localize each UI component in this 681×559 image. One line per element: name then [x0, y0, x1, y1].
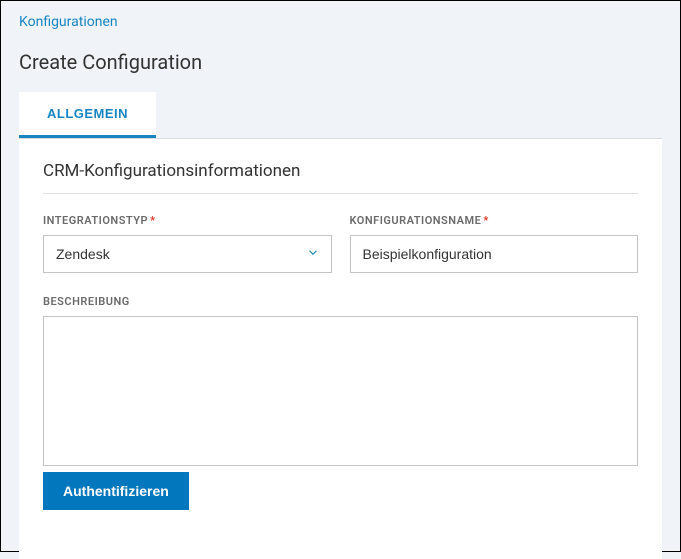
textarea-description[interactable]	[43, 316, 638, 466]
field-description: BESCHREIBUNG	[43, 295, 638, 466]
label-integration-type: INTEGRATIONSTYP*	[43, 214, 332, 227]
panel-general: CRM-Konfigurationsinformationen INTEGRAT…	[19, 139, 662, 559]
authenticate-button[interactable]: Authentifizieren	[43, 472, 189, 510]
page-title: Create Configuration	[19, 50, 662, 74]
tab-general[interactable]: ALLGEMEIN	[19, 92, 156, 138]
required-marker: *	[483, 214, 488, 227]
label-config-name: KONFIGURATIONSNAME*	[350, 214, 639, 227]
breadcrumb: Konfigurationen	[19, 9, 662, 32]
tabs: ALLGEMEIN	[19, 92, 662, 139]
select-integration-type[interactable]	[43, 235, 332, 273]
breadcrumb-link-configurations[interactable]: Konfigurationen	[19, 14, 118, 30]
section-title: CRM-Konfigurationsinformationen	[43, 161, 638, 194]
field-integration-type: INTEGRATIONSTYP*	[43, 214, 332, 273]
label-description: BESCHREIBUNG	[43, 295, 638, 308]
input-config-name[interactable]	[350, 235, 639, 273]
required-marker: *	[150, 214, 155, 227]
field-config-name: KONFIGURATIONSNAME*	[350, 214, 639, 273]
